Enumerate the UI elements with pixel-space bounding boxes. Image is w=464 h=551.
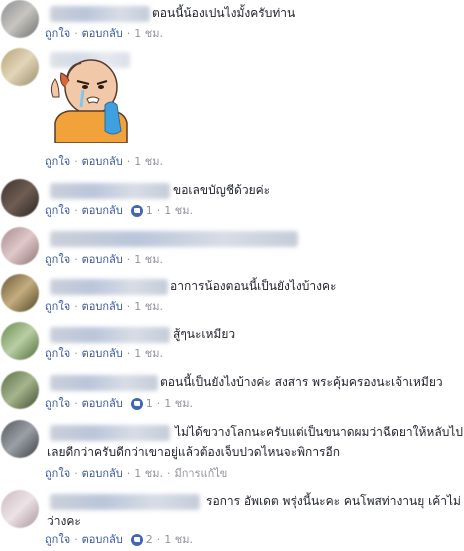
comment-text-line-1: ไม่ได้ขวางโลกนะครับแต่เป็นขนาดผมว่าฉีดยา… xyxy=(175,425,463,439)
like-link[interactable]: ถูกใจ xyxy=(45,253,70,267)
like-count[interactable]: 1 xyxy=(146,397,153,411)
like-reaction-icon[interactable] xyxy=(130,534,143,546)
separator: · xyxy=(126,347,131,360)
comment-time[interactable]: 1 ชม. xyxy=(134,155,163,169)
like-count[interactable]: 1 xyxy=(146,204,153,218)
avatar[interactable] xyxy=(1,179,39,217)
like-link[interactable]: ถูกใจ xyxy=(45,204,70,218)
like-link[interactable]: ถูกใจ xyxy=(45,397,70,411)
reply-link[interactable]: ตอบกลับ xyxy=(82,300,123,314)
comment-text: สู้ๆนะเหมียว xyxy=(173,327,236,341)
separator: · xyxy=(156,397,161,410)
separator: · xyxy=(74,27,78,40)
comment-actions: ถูกใจ · ตอบกลับ · 1 ชม. xyxy=(45,253,163,267)
separator: · xyxy=(74,347,78,360)
commenter-name-blurred[interactable] xyxy=(50,494,200,510)
avatar[interactable] xyxy=(1,274,39,312)
like-link[interactable]: ถูกใจ xyxy=(45,467,70,481)
like-count[interactable]: 2 xyxy=(146,533,153,547)
separator: · xyxy=(74,300,78,313)
avatar[interactable] xyxy=(1,322,39,360)
reply-link[interactable]: ตอบกลับ xyxy=(82,467,123,481)
separator: · xyxy=(156,204,161,217)
comment-text: ขอเลขบัญชีด้วยค่ะ xyxy=(173,183,271,197)
separator: · xyxy=(74,204,78,217)
comment-text: อาการน้องตอนนี้เป็นยังไงบ้างคะ xyxy=(170,279,337,293)
separator: · xyxy=(74,253,78,266)
comment-thread: ตอนนี้น้องเปนไงมั้งครับท่าน ถูกใจ · ตอบก… xyxy=(0,0,464,551)
reply-link[interactable]: ตอบกลับ xyxy=(82,27,123,41)
like-link[interactable]: ถูกใจ xyxy=(45,27,70,41)
comment-actions: ถูกใจ · ตอบกลับ 1 · 1 ชม. xyxy=(45,204,193,218)
comment-time[interactable]: 1 ชม. xyxy=(164,533,193,547)
separator: · xyxy=(74,155,78,168)
comment-actions: ถูกใจ · ตอบกลับ · 1 ชม. xyxy=(45,155,163,169)
comment-actions: ถูกใจ · ตอบกลับ · 1 ชม. xyxy=(45,300,163,314)
avatar[interactable] xyxy=(1,0,39,38)
avatar[interactable] xyxy=(1,48,39,86)
edited-label[interactable]: มีการแก้ไข xyxy=(174,467,227,481)
avatar[interactable] xyxy=(1,420,39,458)
like-link[interactable]: ถูกใจ xyxy=(45,347,70,361)
like-reaction-icon[interactable] xyxy=(130,398,143,410)
comment-time[interactable]: 1 ชม. xyxy=(164,204,193,218)
avatar[interactable] xyxy=(1,371,39,409)
separator: · xyxy=(126,300,131,313)
reply-link[interactable]: ตอบกลับ xyxy=(82,204,123,218)
commenter-name-blurred[interactable] xyxy=(50,375,158,391)
reply-link[interactable]: ตอบกลับ xyxy=(82,253,123,267)
commenter-name-blurred[interactable] xyxy=(50,327,170,343)
comment-actions: ถูกใจ · ตอบกลับ · 1 ชม. · มีการแก้ไข xyxy=(45,467,227,481)
comment-actions: ถูกใจ · ตอบกลับ · 1 ชม. xyxy=(45,347,163,361)
like-reaction-icon[interactable] xyxy=(130,205,143,217)
avatar[interactable] xyxy=(1,227,39,265)
comment-actions: ถูกใจ · ตอบกลับ 1 · 1 ชม. xyxy=(45,397,193,411)
comment-text: ตอนนี้เป็นยังไงบ้างค่ะ สงสาร พระคุ้มครอง… xyxy=(160,375,443,389)
like-link[interactable]: ถูกใจ xyxy=(45,533,70,547)
crying-man-sticker xyxy=(50,59,128,143)
reply-link[interactable]: ตอบกลับ xyxy=(82,533,123,547)
comment-text: ตอนนี้น้องเปนไงมั้งครับท่าน xyxy=(152,6,296,20)
comment-time[interactable]: 1 ชม. xyxy=(134,300,163,314)
separator: · xyxy=(126,27,131,40)
commenter-name-blurred[interactable] xyxy=(50,183,170,199)
separator: · xyxy=(74,533,78,546)
separator: · xyxy=(156,533,161,546)
commenter-name-blurred[interactable] xyxy=(50,425,170,441)
reply-link[interactable]: ตอบกลับ xyxy=(82,155,123,169)
comment-text-line-2: เลยดีกว่าครับดีกว่าเขาอยู่แล้วต้องเจ็บปว… xyxy=(47,445,340,459)
commenter-name-blurred[interactable] xyxy=(50,279,168,295)
comment-time[interactable]: 1 ชม. xyxy=(134,347,163,361)
separator: · xyxy=(74,467,78,480)
avatar[interactable] xyxy=(1,490,39,528)
separator: · xyxy=(126,253,131,266)
comment-text-line-2: ว่างคะ xyxy=(47,514,81,528)
reply-link[interactable]: ตอบกลับ xyxy=(82,397,123,411)
reply-link[interactable]: ตอบกลับ xyxy=(82,347,123,361)
separator: · xyxy=(166,467,171,480)
comment-time[interactable]: 1 ชม. xyxy=(134,467,163,481)
separator: · xyxy=(126,467,131,480)
comment-time[interactable]: 1 ชม. xyxy=(134,253,163,267)
comment-time[interactable]: 1 ชม. xyxy=(134,27,163,41)
commenter-name-blurred[interactable] xyxy=(50,6,150,22)
comment-time[interactable]: 1 ชม. xyxy=(164,397,193,411)
comment-text-line-1: รอการ อัพเดต พรุ่งนี้นะคะ คนโพสท่างานยุ … xyxy=(206,494,461,508)
like-link[interactable]: ถูกใจ xyxy=(45,155,70,169)
comment-actions: ถูกใจ · ตอบกลับ 2 · 1 ชม. xyxy=(45,533,193,547)
comment-actions: ถูกใจ · ตอบกลับ · 1 ชม. xyxy=(45,27,163,41)
separator: · xyxy=(74,397,78,410)
like-link[interactable]: ถูกใจ xyxy=(45,300,70,314)
separator: · xyxy=(126,155,131,168)
commenter-name-blurred[interactable] xyxy=(50,231,298,247)
